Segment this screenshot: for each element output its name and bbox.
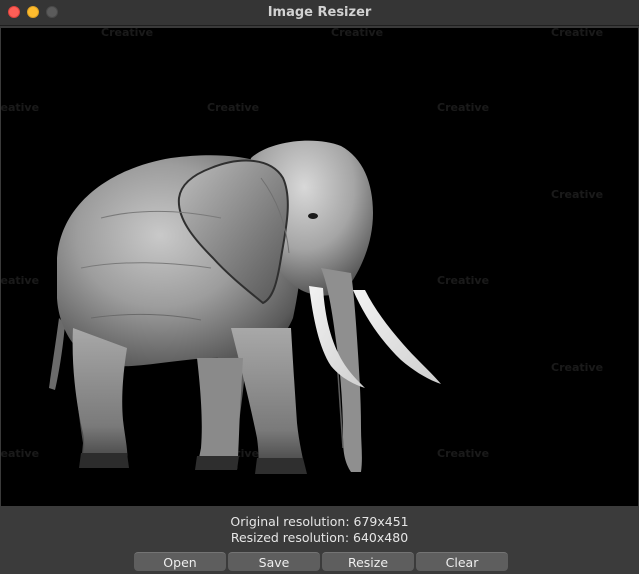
watermark-text: Creative [551, 28, 603, 39]
watermark-text: Creative [551, 188, 603, 201]
image-canvas: Creative Creative Creative Creative Crea… [1, 28, 638, 506]
save-button[interactable]: Save [228, 552, 320, 571]
bottom-panel: Original resolution: 679x451 Resized res… [0, 506, 639, 574]
watermark-text: Creative [101, 28, 153, 39]
watermark-text: Creative [437, 274, 489, 287]
open-button[interactable]: Open [134, 552, 226, 571]
watermark-text: Creative [437, 447, 489, 460]
elephant-photo: Creative Creative Creative Creative Crea… [1, 28, 603, 474]
app-window: Image Resizer Creative Creative eative C… [0, 0, 639, 574]
watermark-text: Creative [551, 361, 603, 374]
watermark-text: Creative [1, 101, 39, 114]
clear-button[interactable]: Clear [416, 552, 508, 571]
watermark-text: Creative [437, 101, 489, 114]
watermark-text: Creative [331, 28, 383, 39]
resized-resolution-label: Resized resolution: 640x480 [230, 530, 409, 545]
original-resolution-label: Original resolution: 679x451 [230, 514, 409, 529]
window-title: Image Resizer [267, 5, 372, 20]
watermark-text: Creative [1, 447, 39, 460]
title-bar: Image Resizer [0, 0, 639, 26]
resize-button[interactable]: Resize [322, 552, 414, 571]
watermark-text: Creative [1, 274, 39, 287]
watermark-text: Creative [207, 101, 259, 114]
